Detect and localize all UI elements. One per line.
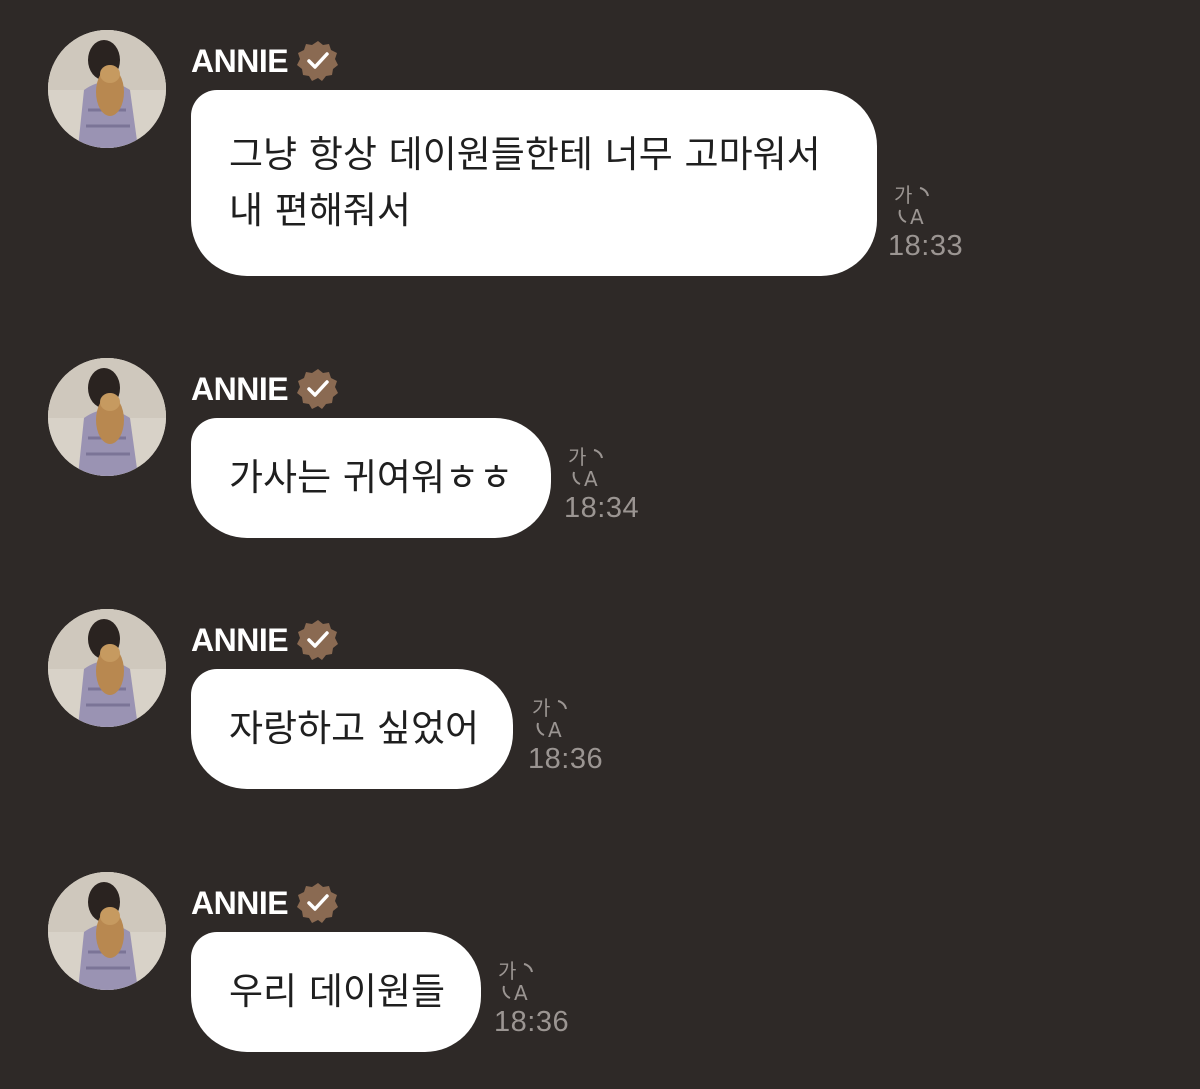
avatar[interactable]: [48, 30, 166, 148]
verified-badge-icon: [297, 883, 339, 923]
verified-badge-icon: [297, 369, 339, 409]
message-text: 그냥 항상 데이원들한테 너무 고마워서 내 편해줘서: [229, 133, 821, 232]
translate-icon[interactable]: 가 A: [892, 182, 936, 228]
avatar[interactable]: [48, 872, 166, 990]
verified-badge-icon: [297, 41, 339, 81]
message-bubble[interactable]: 우리 데이원들: [191, 932, 481, 1052]
message-meta: 가 A 18:34: [564, 444, 639, 525]
translate-icon[interactable]: 가 A: [496, 958, 540, 1004]
svg-text:A: A: [584, 467, 598, 490]
message-bubble[interactable]: 자랑하고 싶었어: [191, 669, 513, 789]
message-time: 18:36: [528, 743, 604, 775]
message-meta: 가 A 18:33: [888, 182, 963, 263]
message-time: 18:34: [564, 492, 640, 524]
avatar[interactable]: [48, 358, 166, 476]
svg-text:가: 가: [568, 445, 586, 469]
translate-icon[interactable]: 가 A: [566, 444, 610, 490]
sender-row: ANNIE: [191, 880, 340, 926]
svg-text:A: A: [910, 205, 924, 228]
message-time: 18:36: [494, 1006, 570, 1038]
sender-row: ANNIE: [191, 617, 340, 663]
chat-thread: ANNIE 그냥 항상 데이원들한테 너무 고마워서 내 편해줘서 가 A 18…: [0, 0, 1200, 1089]
svg-text:A: A: [514, 981, 528, 1004]
message-meta: 가 A 18:36: [528, 695, 603, 776]
sender-row: ANNIE: [191, 38, 340, 84]
sender-name[interactable]: ANNIE: [191, 622, 289, 659]
sender-row: ANNIE: [191, 366, 340, 412]
message-bubble[interactable]: 가사는 귀여워ㅎㅎ: [191, 418, 551, 538]
message-bubble[interactable]: 그냥 항상 데이원들한테 너무 고마워서 내 편해줘서: [191, 90, 877, 276]
svg-text:가: 가: [498, 959, 516, 983]
message-text: 가사는 귀여워ㅎㅎ: [229, 456, 514, 499]
translate-icon[interactable]: 가 A: [530, 695, 574, 741]
svg-text:A: A: [548, 718, 562, 741]
sender-name[interactable]: ANNIE: [191, 43, 289, 80]
sender-name[interactable]: ANNIE: [191, 371, 289, 408]
message-text: 우리 데이원들: [229, 970, 446, 1013]
message-meta: 가 A 18:36: [494, 958, 569, 1039]
message-time: 18:33: [888, 230, 964, 262]
svg-text:가: 가: [894, 183, 912, 207]
svg-text:가: 가: [532, 696, 550, 720]
sender-name[interactable]: ANNIE: [191, 885, 289, 922]
avatar[interactable]: [48, 609, 166, 727]
verified-badge-icon: [297, 620, 339, 660]
message-text: 자랑하고 싶었어: [229, 707, 480, 750]
